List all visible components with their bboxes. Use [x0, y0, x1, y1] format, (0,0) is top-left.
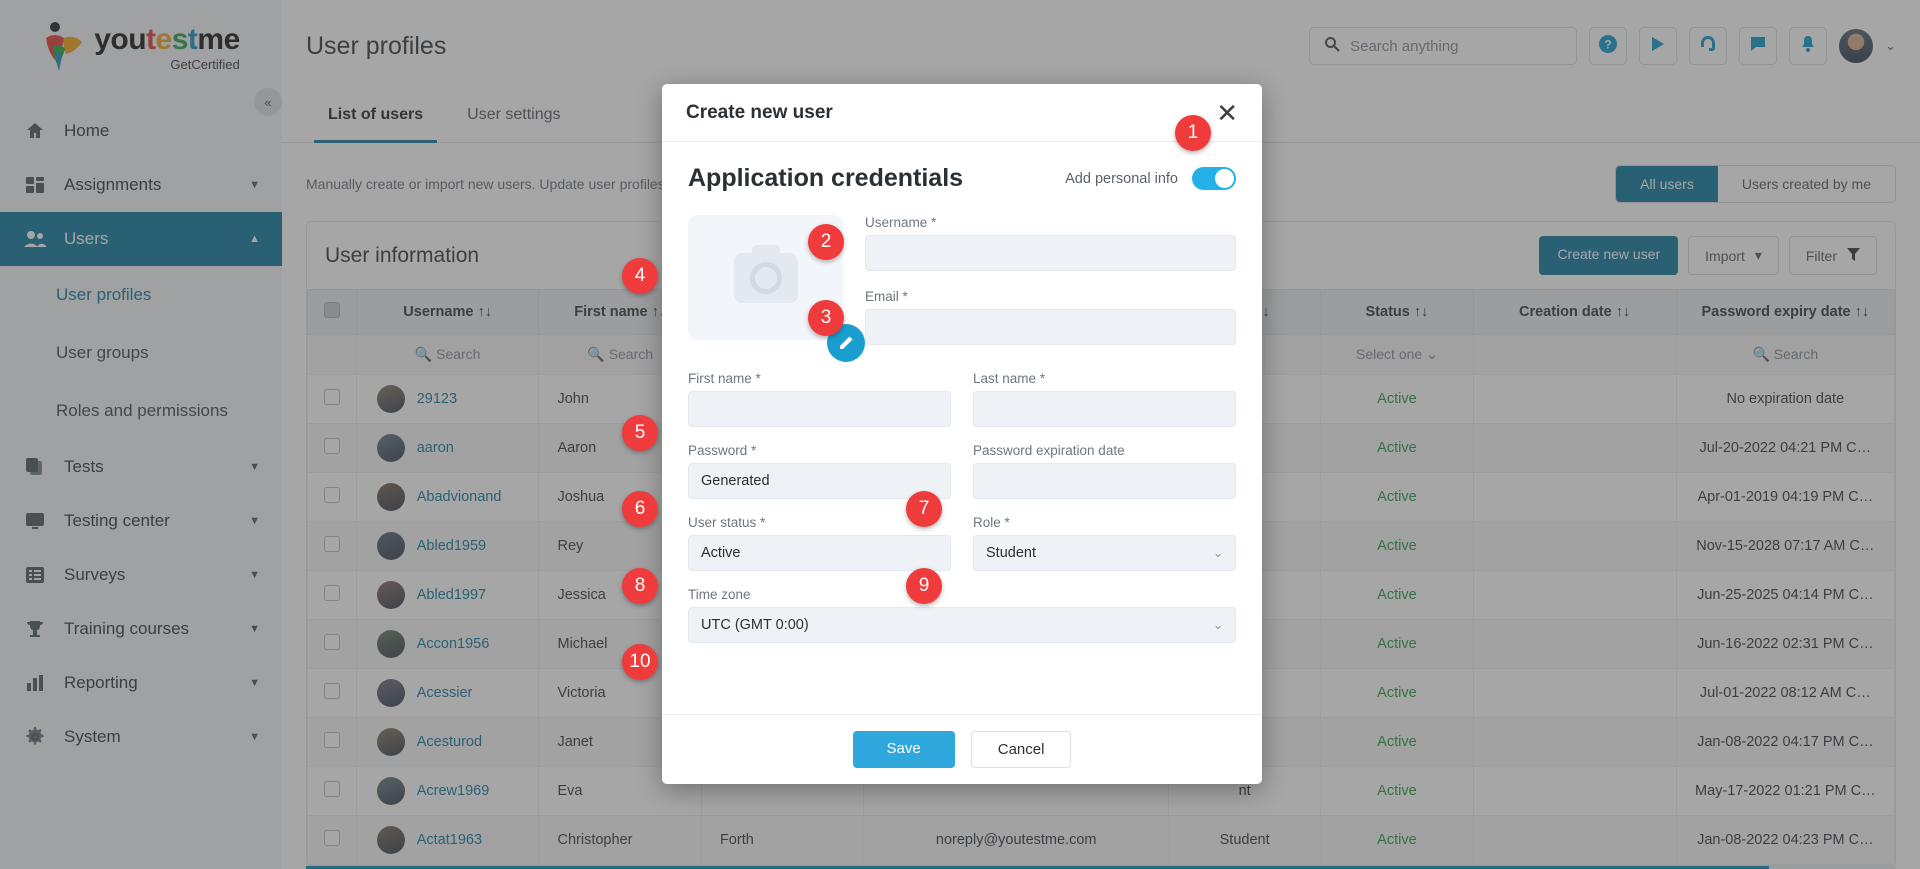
cancel-button[interactable]: Cancel: [970, 731, 1072, 768]
toggle-label: Add personal info: [1065, 170, 1178, 187]
create-new-user-modal: Create new user ✕ Application credential…: [662, 84, 1262, 784]
first-name-field-group: First name *: [688, 371, 951, 427]
step-badge-2: 2: [808, 224, 844, 260]
step-badge-8: 8: [622, 568, 658, 604]
user-status-input[interactable]: Active: [688, 535, 951, 571]
chevron-down-icon: ⌄: [1212, 618, 1223, 632]
identity-row: Username * Email *: [688, 215, 1236, 362]
step-badge-6: 6: [622, 491, 658, 527]
role-label: Role *: [973, 515, 1010, 530]
role-select[interactable]: Student ⌄: [973, 535, 1236, 571]
step-badge-7: 7: [906, 491, 942, 527]
step-badge-3: 3: [808, 300, 844, 336]
add-personal-info-toggle[interactable]: [1192, 167, 1236, 190]
chevron-down-icon: ⌄: [1212, 546, 1223, 560]
username-input[interactable]: [865, 235, 1236, 271]
email-label: Email *: [865, 289, 908, 304]
username-field-group: Username *: [865, 215, 1236, 271]
timezone-label: Time zone: [688, 587, 751, 602]
password-label: Password *: [688, 443, 757, 458]
name-row: First name * Last name *: [688, 371, 1236, 427]
first-name-input[interactable]: [688, 391, 951, 427]
status-role-row: User status * Active Role * Student ⌄: [688, 515, 1236, 571]
add-personal-info-control: Add personal info: [1065, 167, 1236, 190]
modal-header: Create new user ✕: [662, 84, 1262, 142]
step-badge-1: 1: [1175, 115, 1211, 151]
camera-icon: [733, 244, 798, 303]
section-title: Application credentials: [688, 164, 964, 192]
modal-body: Application credentials Add personal inf…: [662, 142, 1262, 714]
password-expiration-label: Password expiration date: [973, 443, 1125, 458]
password-expiration-field-group: Password expiration date: [973, 443, 1236, 499]
password-row: Password * Generated Password expiration…: [688, 443, 1236, 499]
timezone-select[interactable]: UTC (GMT 0:00) ⌄: [688, 607, 1236, 643]
step-badge-5: 5: [622, 415, 658, 451]
save-button[interactable]: Save: [852, 731, 955, 768]
step-badge-10: 10: [622, 644, 658, 680]
password-expiration-input[interactable]: [973, 463, 1236, 499]
last-name-input[interactable]: [973, 391, 1236, 427]
close-icon[interactable]: ✕: [1216, 100, 1238, 126]
last-name-field-group: Last name *: [973, 371, 1236, 427]
step-badge-9: 9: [906, 568, 942, 604]
timezone-field-group: Time zone UTC (GMT 0:00) ⌄: [688, 587, 1236, 643]
user-status-field-group: User status * Active: [688, 515, 951, 571]
credentials-fields: Username * Email *: [865, 215, 1236, 345]
email-field-group: Email *: [865, 289, 1236, 345]
step-badge-4: 4: [622, 258, 658, 294]
section-header: Application credentials Add personal inf…: [688, 164, 1236, 193]
modal-footer: Save Cancel: [662, 714, 1262, 784]
last-name-label: Last name *: [973, 371, 1046, 386]
password-field-group: Password * Generated: [688, 443, 951, 499]
role-field-group: Role * Student ⌄: [973, 515, 1236, 571]
first-name-label: First name *: [688, 371, 761, 386]
email-input[interactable]: [865, 309, 1236, 345]
app-root: youtestme GetCertified « Home Assignment…: [0, 0, 1920, 869]
timezone-value: UTC (GMT 0:00): [701, 617, 809, 633]
role-value: Student: [986, 545, 1036, 561]
username-label: Username *: [865, 215, 937, 230]
modal-title: Create new user: [686, 101, 833, 123]
password-input[interactable]: Generated: [688, 463, 951, 499]
